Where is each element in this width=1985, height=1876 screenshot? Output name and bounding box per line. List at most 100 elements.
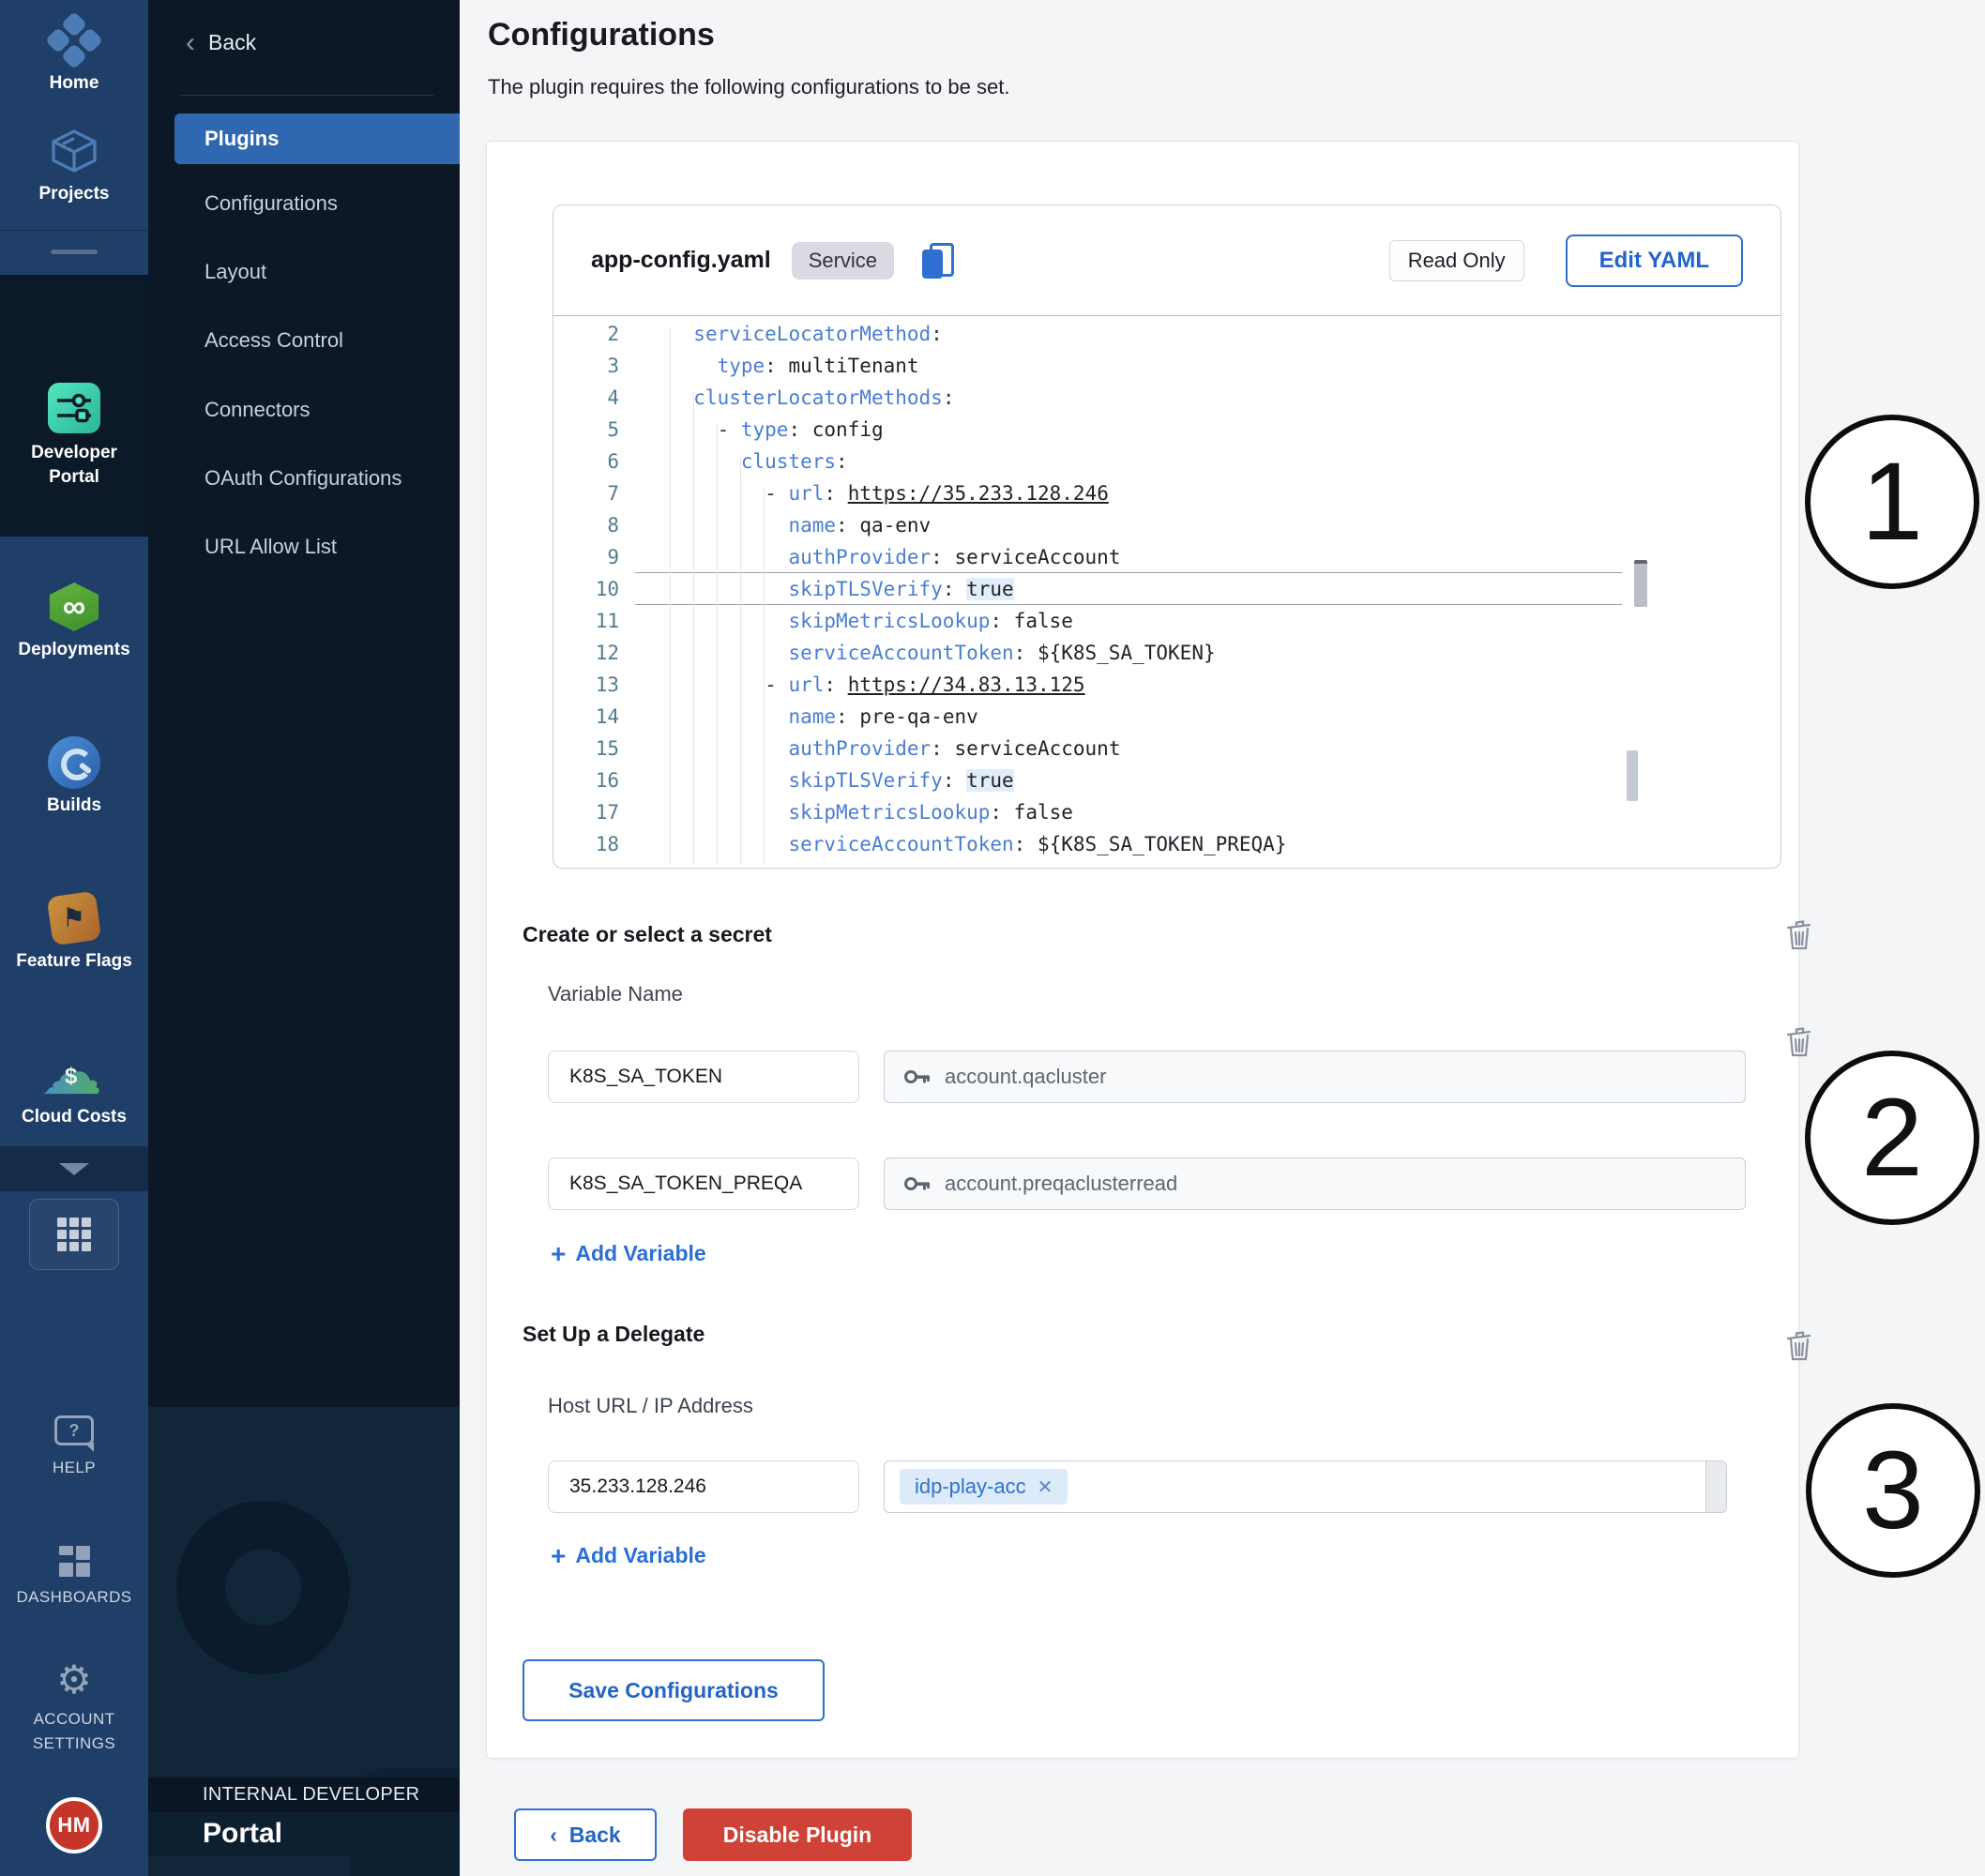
plus-icon: +: [551, 1244, 566, 1264]
configurations-card: app-config.yaml Service Read Only Edit Y…: [486, 141, 1799, 1759]
app-root: Home Projects Developer Portal ∞ Deploym…: [0, 0, 1985, 1876]
flag-icon: ⚑: [0, 891, 148, 946]
delegate-tag-chip: idp-play-acc ✕: [900, 1469, 1068, 1505]
sidebar-item-developer-portal[interactable]: Developer Portal: [0, 379, 148, 490]
sidebar-item-label: Feature Flags: [0, 946, 148, 974]
code-line: 18 serviceAccountToken: ${K8S_SA_TOKEN_P…: [553, 828, 1781, 860]
sidebar-item-label: Developer Portal: [0, 437, 148, 490]
chevron-left-icon: ‹: [550, 1823, 557, 1847]
scrollbar-thumb[interactable]: [1627, 750, 1638, 801]
yaml-editor-header: app-config.yaml Service Read Only Edit Y…: [553, 205, 1780, 316]
sidebar-item-home[interactable]: Home: [0, 13, 148, 96]
code-line: 10 skipTLSVerify: true: [553, 573, 1781, 605]
secret-select[interactable]: account.qacluster: [884, 1051, 1746, 1103]
nav-item-layout[interactable]: Layout: [205, 260, 448, 284]
code-line: 4 clusterLocatorMethods:: [553, 382, 1781, 414]
yaml-code-area[interactable]: 1kubernetes:2 serviceLocatorMethod:3 typ…: [553, 316, 1781, 869]
variable-name-label: Variable Name: [548, 982, 683, 1006]
chevron-left-icon: ‹: [186, 32, 195, 53]
nav-item-oauth-configurations[interactable]: OAuth Configurations: [205, 466, 448, 491]
indent-guide: [670, 327, 671, 864]
grid-icon: [57, 1218, 91, 1251]
indent-guide: [693, 391, 694, 864]
delete-row-button[interactable]: [1784, 1026, 1816, 1060]
scrollbar-thumb[interactable]: [1634, 560, 1647, 607]
sidebar-item-deployments[interactable]: ∞ Deployments: [0, 580, 148, 662]
sidebar-item-label: Deployments: [0, 634, 148, 662]
delegate-tag-input[interactable]: idp-play-acc ✕: [884, 1460, 1727, 1513]
code-line: 13 - url: https://34.83.13.125: [553, 669, 1781, 701]
back-button[interactable]: ‹ Back: [514, 1808, 657, 1861]
nav-item-configurations[interactable]: Configurations: [205, 191, 448, 216]
code-line: 3 type: multiTenant: [553, 350, 1781, 382]
sidebar-item-label: HELP: [0, 1452, 148, 1480]
service-badge: Service: [792, 242, 894, 280]
primary-sidebar: Home Projects Developer Portal ∞ Deploym…: [0, 0, 148, 1876]
portal-kicker: INTERNAL DEVELOPER: [148, 1778, 460, 1812]
read-only-badge: Read Only: [1389, 240, 1524, 281]
nav-item-access-control[interactable]: Access Control: [205, 328, 448, 353]
hexagon-infinity-icon: ∞: [0, 580, 148, 634]
delete-row-button[interactable]: [1784, 1330, 1816, 1364]
tiles-icon: [0, 1540, 148, 1581]
sidebar-item-account-settings[interactable]: ⚙ ACCOUNT SETTINGS: [0, 1657, 148, 1756]
delete-row-button[interactable]: [1784, 919, 1816, 953]
sidebar-item-help[interactable]: ? HELP: [0, 1409, 148, 1480]
variable-name-input[interactable]: [548, 1157, 859, 1210]
back-button-label: Back: [569, 1823, 621, 1847]
host-url-input[interactable]: [548, 1460, 859, 1513]
remove-tag-icon[interactable]: ✕: [1038, 1475, 1053, 1499]
nav-item-plugins[interactable]: Plugins: [174, 113, 460, 164]
input-scroll-cap: [1705, 1461, 1726, 1512]
sidebar-item-dashboards[interactable]: DASHBOARDS: [0, 1540, 148, 1610]
annotation-badge-2: 2: [1805, 1051, 1979, 1225]
key-icon: [903, 1170, 932, 1198]
code-line: 11 skipMetricsLookup: false: [553, 605, 1781, 637]
add-variable-label: Add Variable: [575, 1543, 705, 1568]
back-nav-label: Back: [208, 30, 256, 55]
sidebar-item-projects[interactable]: Projects: [0, 124, 148, 206]
back-nav[interactable]: ‹ Back: [186, 30, 256, 55]
sidebar-item-cloud-costs[interactable]: ☁$ Cloud Costs: [0, 1047, 148, 1129]
sidebar-collapse-strip[interactable]: [0, 1146, 148, 1191]
plus-icon: +: [551, 1546, 566, 1566]
annotation-badge-3: 3: [1806, 1403, 1980, 1578]
variable-name-input[interactable]: [548, 1051, 859, 1103]
sidebar-item-feature-flags[interactable]: ⚑ Feature Flags: [0, 891, 148, 974]
copy-icon[interactable]: [920, 241, 954, 280]
code-line: 8 name: qa-env: [553, 509, 1781, 541]
delegate-tag-label: idp-play-acc: [915, 1475, 1026, 1499]
secondary-sidebar: ‹ Back Plugins Configurations Layout Acc…: [148, 0, 460, 1876]
add-variable-button[interactable]: + Add Variable: [551, 1241, 706, 1266]
module-grid-button[interactable]: [29, 1199, 119, 1270]
indent-guide: [764, 487, 765, 864]
key-icon: [903, 1063, 932, 1091]
code-line: 15 authProvider: serviceAccount: [553, 733, 1781, 764]
secret-select[interactable]: account.preqaclusterread: [884, 1157, 1746, 1210]
user-avatar[interactable]: HM: [46, 1797, 102, 1853]
code-line: 16 skipTLSVerify: true: [553, 764, 1781, 796]
sidebar-item-label: Home: [0, 68, 148, 96]
page-subtitle: The plugin requires the following config…: [488, 75, 1009, 99]
disable-plugin-button[interactable]: Disable Plugin: [683, 1808, 912, 1861]
edit-yaml-button[interactable]: Edit YAML: [1566, 234, 1743, 287]
add-variable-button[interactable]: + Add Variable: [551, 1543, 706, 1568]
code-line: 17 skipMetricsLookup: false: [553, 796, 1781, 828]
host-url-label: Host URL / IP Address: [548, 1394, 753, 1418]
nav-item-url-allow-list[interactable]: URL Allow List: [205, 535, 448, 559]
nav-item-connectors[interactable]: Connectors: [205, 398, 448, 422]
pipeline-circle-icon: [0, 735, 148, 790]
sidebar-item-builds[interactable]: Builds: [0, 735, 148, 818]
sidebar-item-label: DASHBOARDS: [0, 1581, 148, 1610]
save-configurations-button[interactable]: Save Configurations: [523, 1659, 825, 1721]
sidebar-item-label: Builds: [0, 790, 148, 818]
sidebar-divider-handle[interactable]: [0, 230, 148, 275]
cloud-dollar-icon: ☁$: [0, 1047, 148, 1101]
code-line: 14 name: pre-qa-env: [553, 701, 1781, 733]
divider: [180, 95, 433, 96]
code-line: 2 serviceLocatorMethod:: [553, 318, 1781, 350]
chevron-down-icon: [59, 1163, 89, 1175]
code-line: 5 - type: config: [553, 414, 1781, 446]
main-content: Configurations The plugin requires the f…: [460, 0, 1985, 1876]
sidebar-item-label: ACCOUNT SETTINGS: [0, 1703, 148, 1756]
